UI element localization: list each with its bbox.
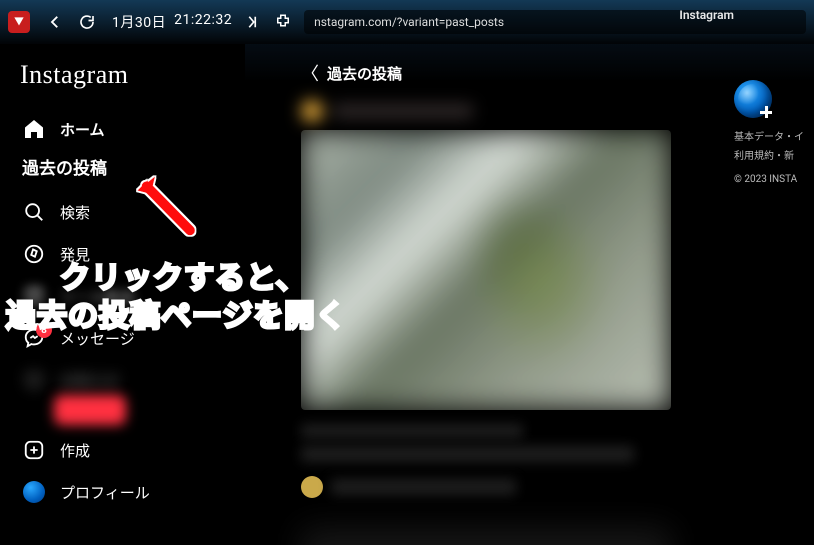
home-icon [22, 117, 46, 141]
sidebar-item-create[interactable]: 作成 [14, 429, 231, 471]
sidebar-label-notifications: お知らせ [60, 370, 120, 391]
sidebar-label-home: ホーム [60, 119, 105, 140]
main-header[interactable]: 〈 過去の投稿 [245, 54, 728, 96]
url-text: nstagram.com/?variant=past_posts [314, 15, 504, 29]
feed [301, 96, 671, 545]
main-content: 〈 過去の投稿 [245, 44, 728, 545]
panel-toggle-icon[interactable] [240, 9, 266, 35]
reels-icon [22, 284, 46, 308]
plus-overlay-icon [758, 104, 774, 120]
right-sidebar: 基本データ・イ 利用規約・新 © 2023 INSTA [728, 44, 814, 545]
search-icon [22, 200, 46, 224]
sidebar-item-past-posts[interactable]: 過去の投稿 [14, 150, 231, 191]
sidebar-label-create: 作成 [60, 440, 90, 461]
footer-link-1[interactable]: 基本データ・イ [734, 128, 806, 143]
sidebar-item-explore[interactable]: 発見 [14, 233, 231, 275]
sidebar-item-search[interactable]: 検索 [14, 191, 231, 233]
next-post-blur [301, 528, 671, 545]
instagram-logo[interactable]: Instagram [14, 54, 231, 108]
sidebar-label-search: 検索 [60, 202, 90, 223]
notification-popup-blur [54, 395, 126, 425]
tab-title[interactable]: Instagram [679, 8, 734, 22]
blur-text-line [331, 479, 516, 495]
blur-text-line [301, 424, 523, 438]
sidebar-item-reels[interactable]: リール動画 [14, 275, 231, 317]
comment-row[interactable] [301, 476, 671, 498]
footer-link-2[interactable]: 利用規約・新 [734, 147, 806, 162]
poster-name-blur [333, 104, 473, 118]
reload-button[interactable] [74, 9, 100, 35]
sidebar-item-profile[interactable]: プロフィール [14, 471, 231, 513]
date-text: 1月30日 [112, 12, 166, 32]
sidebar-item-messages[interactable]: 8 メッセージ [14, 317, 231, 359]
vivaldi-logo[interactable] [8, 11, 30, 33]
sidebar-label-messages: メッセージ [60, 328, 135, 349]
commenter-avatar[interactable] [301, 476, 323, 498]
compass-icon [22, 242, 46, 266]
back-button[interactable] [42, 9, 68, 35]
clock-display: 1月30日 21:22:32 [112, 12, 232, 32]
sidebar-item-notifications[interactable]: お知らせ [14, 359, 231, 401]
blur-text-line [301, 446, 634, 462]
sidebar-item-home[interactable]: ホーム [14, 108, 231, 150]
browser-toolbar: 1月30日 21:22:32 nstagram.com/?variant=pas… [0, 0, 814, 44]
copyright: © 2023 INSTA [734, 174, 806, 185]
translate-globe-button[interactable] [734, 80, 772, 118]
messages-badge: 8 [36, 322, 52, 338]
profile-avatar-icon [22, 480, 46, 504]
back-caret-icon[interactable]: 〈 [301, 60, 319, 86]
sidebar-label-reels: リール動画 [60, 286, 135, 307]
post-image[interactable] [301, 130, 671, 410]
sidebar: Instagram ホーム 過去の投稿 検索 発見 リール動画 [0, 44, 245, 545]
messenger-icon: 8 [22, 326, 46, 350]
sidebar-label-explore: 発見 [60, 244, 90, 265]
extensions-icon[interactable] [270, 9, 296, 35]
post-header[interactable] [301, 96, 671, 126]
heart-icon [22, 368, 46, 392]
poster-avatar[interactable] [301, 100, 323, 122]
sidebar-label-profile: プロフィール [60, 482, 150, 503]
post-meta [301, 424, 671, 498]
create-icon [22, 438, 46, 462]
main-title: 過去の投稿 [327, 63, 402, 84]
time-text: 21:22:32 [174, 12, 232, 32]
